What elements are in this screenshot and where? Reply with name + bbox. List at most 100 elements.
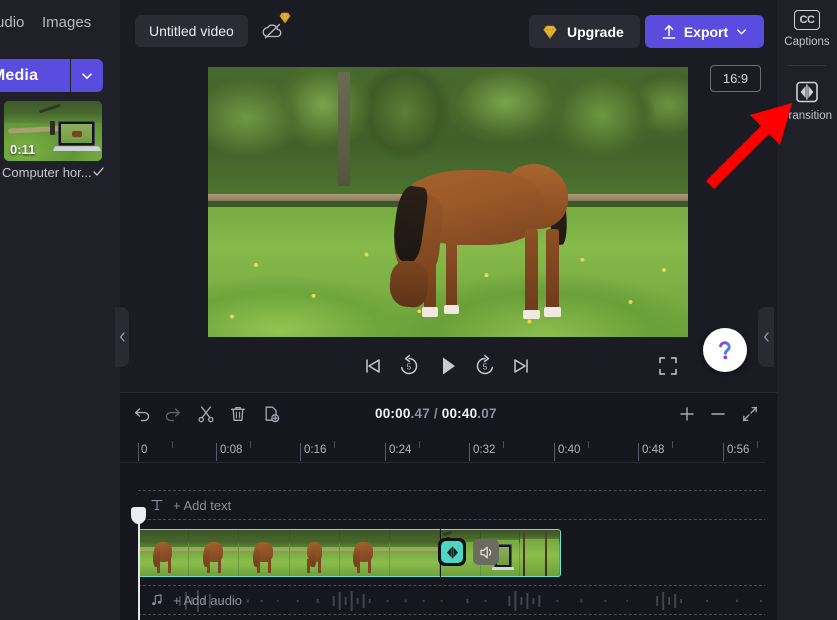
- aspect-ratio-badge[interactable]: 16:9: [710, 65, 761, 92]
- playhead-handle[interactable]: [131, 507, 146, 524]
- clip-thumbnail-frame: [390, 530, 440, 576]
- player-controls: 5 5: [120, 342, 777, 390]
- clip-thumbnail-frame: [290, 530, 340, 576]
- audio-track[interactable]: + Add audio: [138, 585, 777, 615]
- timeline-ruler[interactable]: 0 0:08 0:16 0:24 0:32 0:40 0:48 0:56: [120, 435, 777, 463]
- ruler-tick: [469, 443, 470, 461]
- thumbnail-laptop-horse: [72, 131, 82, 137]
- ruler-tick: [300, 443, 301, 461]
- right-toolbar-rail: CC Captions Transition: [777, 0, 837, 620]
- preview-horse-leg: [546, 229, 558, 310]
- timeline-panel: 00:00.47 / 00:40.07: [120, 392, 777, 620]
- ruler-tick: [638, 443, 639, 461]
- media-item-thumbnail[interactable]: 0:11: [4, 101, 102, 161]
- time-separator: /: [430, 406, 442, 421]
- scissors-icon[interactable]: [191, 399, 221, 429]
- rail-item-transition[interactable]: Transition: [777, 80, 837, 122]
- preview-horse-hoof: [444, 305, 459, 314]
- thumbnail-trees: [4, 101, 102, 123]
- ruler-label: 0:16: [304, 444, 326, 456]
- ruler-tick-minor: [588, 441, 589, 448]
- playhead-line[interactable]: [138, 509, 140, 620]
- clip-thumbnail-frame: [139, 530, 189, 576]
- video-preview-frame[interactable]: [208, 67, 688, 337]
- tab-images[interactable]: Images: [42, 14, 91, 31]
- collapse-left-panel-handle[interactable]: [115, 307, 129, 367]
- export-button-label: Export: [684, 24, 728, 40]
- clip-thumbnails: [139, 530, 440, 576]
- fit-screen-icon[interactable]: [735, 399, 765, 429]
- collapse-right-panel-handle[interactable]: [758, 307, 774, 367]
- ruler-label: 0:40: [558, 444, 580, 456]
- svg-text:5: 5: [483, 363, 488, 372]
- preview-dead-tree: [338, 72, 350, 185]
- thumbnail-post: [50, 121, 55, 135]
- preview-horse-leg: [525, 229, 538, 313]
- main-editor-area: Untitled video: [120, 0, 777, 620]
- duplicate-icon[interactable]: [256, 399, 286, 429]
- play-icon[interactable]: [432, 350, 464, 382]
- replay-5-icon[interactable]: 5: [393, 350, 425, 382]
- clip-thumbnail-frame: [520, 530, 560, 576]
- transition-icon: [794, 80, 820, 104]
- export-button[interactable]: Export: [645, 15, 764, 48]
- thumbnail-laptop-base: [53, 146, 101, 151]
- ruler-tick: [723, 443, 724, 461]
- ruler-tick: [554, 443, 555, 461]
- thumbnail-laptop-image: [61, 124, 92, 143]
- total-time: 00:40: [442, 406, 478, 421]
- ruler-tick-minor: [503, 441, 504, 448]
- preview-horse-hoof: [422, 307, 438, 316]
- svg-text:5: 5: [407, 363, 412, 372]
- music-note-icon: [150, 593, 164, 607]
- volume-badge[interactable]: [473, 539, 499, 565]
- plus-icon[interactable]: [672, 399, 702, 429]
- skip-previous-icon[interactable]: [357, 350, 389, 382]
- ruler-label: 0: [141, 444, 147, 456]
- cc-icon: CC: [794, 10, 820, 30]
- rail-item-captions[interactable]: CC Captions: [777, 10, 837, 48]
- ruler-label: 0:48: [642, 444, 664, 456]
- upload-icon: [661, 23, 677, 40]
- project-title[interactable]: Untitled video: [135, 15, 248, 47]
- ruler-tick: [385, 443, 386, 461]
- ruler-tick-minor: [672, 441, 673, 448]
- fullscreen-icon[interactable]: [652, 350, 684, 382]
- minus-icon[interactable]: [703, 399, 733, 429]
- chevron-down-icon[interactable]: [71, 59, 103, 92]
- total-time-frac: .07: [477, 406, 496, 421]
- thumbnail-laptop-screen: [58, 121, 95, 146]
- timeline-toolbar: 00:00.47 / 00:40.07: [120, 393, 777, 435]
- clip-thumbnail-frame: [239, 530, 289, 576]
- undo-icon[interactable]: [127, 399, 157, 429]
- media-button[interactable]: Media: [0, 59, 70, 92]
- upgrade-button[interactable]: Upgrade: [529, 15, 640, 48]
- current-time: 00:00: [375, 406, 411, 421]
- diamond-icon: [541, 23, 559, 41]
- trash-icon[interactable]: [223, 399, 253, 429]
- video-preview-area: 16:9 5: [120, 62, 777, 392]
- ruler-label: 0:56: [727, 444, 749, 456]
- volume-icon: [478, 544, 495, 561]
- skip-next-icon[interactable]: [505, 350, 537, 382]
- clipchamp-editor-window: Audio Images Media 0:11 Computer hor...: [0, 0, 837, 620]
- media-button-group: Media: [0, 59, 103, 92]
- media-item-duration: 0:11: [10, 142, 35, 157]
- transition-badge[interactable]: [438, 538, 466, 566]
- forward-5-icon[interactable]: 5: [469, 350, 501, 382]
- tab-audio[interactable]: Audio: [0, 14, 24, 31]
- ruler-tick-minor: [334, 441, 335, 448]
- diamond-icon: [277, 10, 293, 26]
- redo-icon[interactable]: [158, 399, 188, 429]
- text-track[interactable]: + Add text: [138, 490, 777, 520]
- ruler-label: 0:08: [220, 444, 242, 456]
- preview-horse-leg: [446, 240, 458, 310]
- preview-horse-hoof: [544, 307, 560, 316]
- help-button[interactable]: [703, 328, 747, 372]
- upgrade-button-label: Upgrade: [567, 24, 624, 40]
- ruler-tick-minor: [757, 441, 758, 448]
- clip-thumbnail-frame: [340, 530, 390, 576]
- preview-horse-hoof: [523, 310, 540, 319]
- ruler-tick-minor: [250, 441, 251, 448]
- video-clip-horse[interactable]: [138, 529, 440, 577]
